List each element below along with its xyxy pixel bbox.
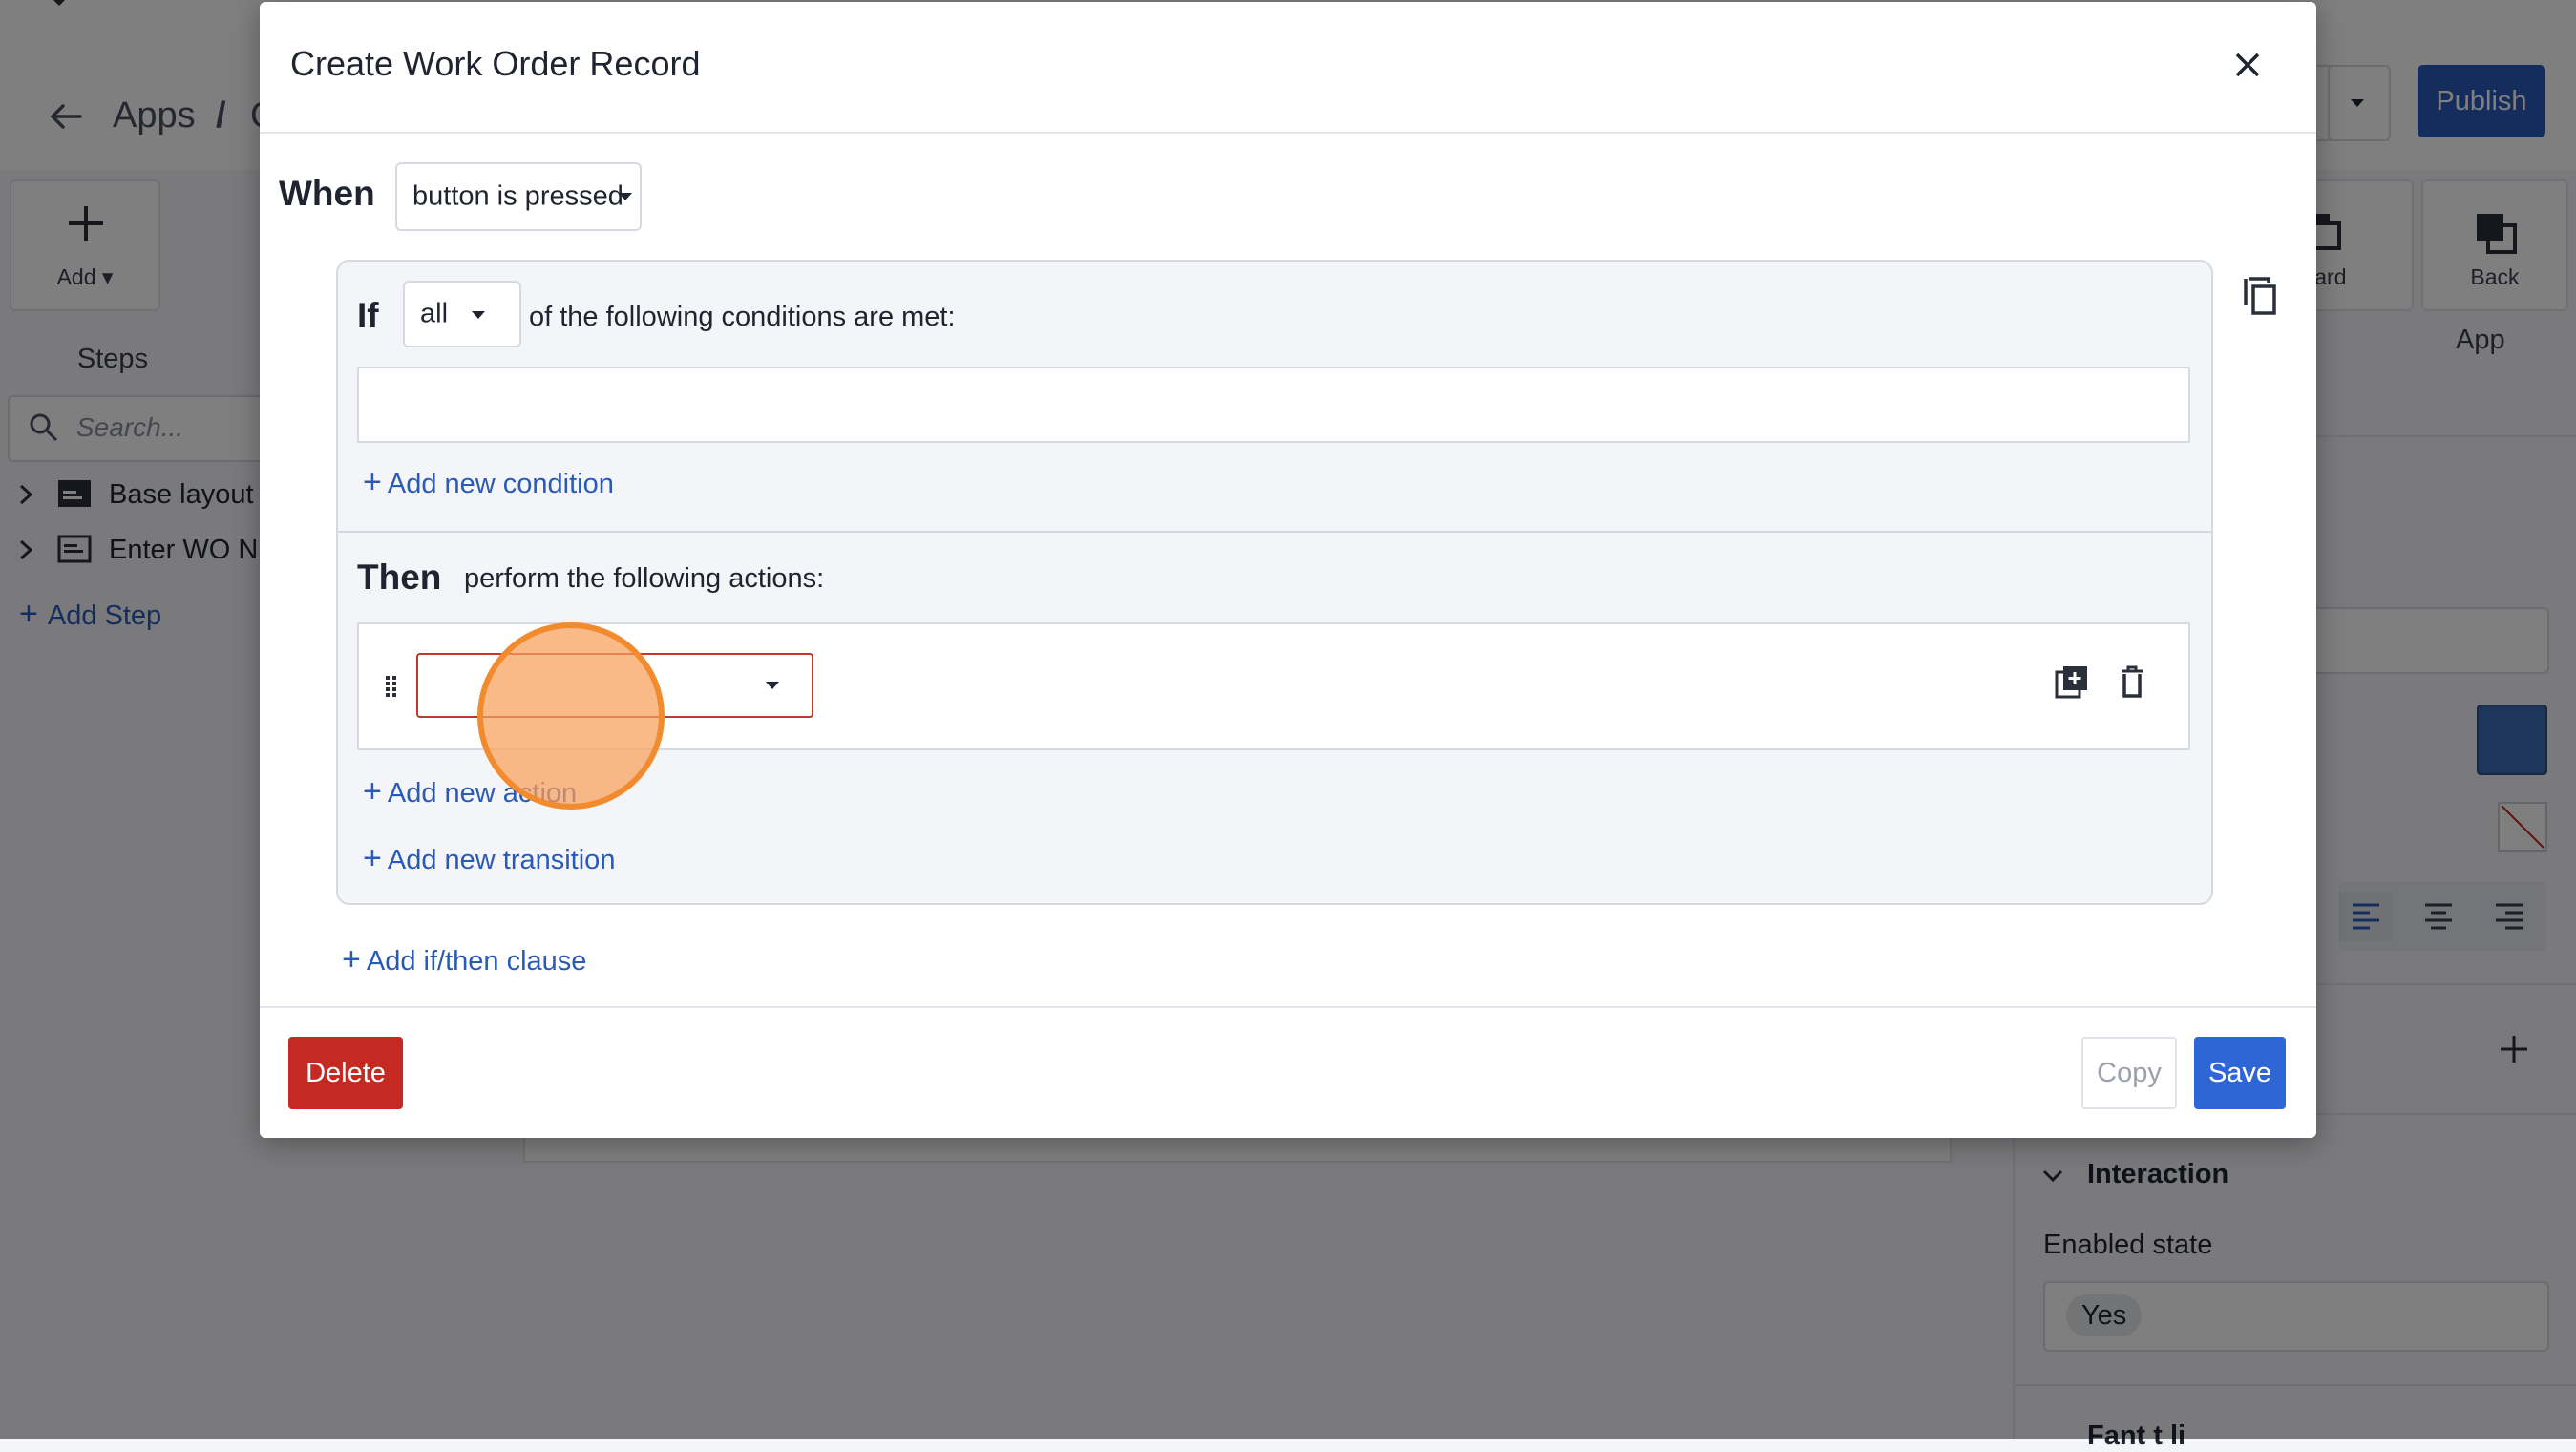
when-label: When [279,174,375,213]
plus-icon: + [342,941,361,978]
click-indicator [477,622,665,810]
caret-down-icon [472,311,485,319]
match-mode-dropdown[interactable]: all [403,281,521,347]
add-transition-label: Add new transition [387,845,616,875]
close-icon[interactable] [2230,48,2265,82]
trash-icon[interactable] [2118,664,2146,699]
add-transition-link[interactable]: + Add new transition [363,840,615,877]
caret-down-icon [619,193,632,200]
if-then-clause: If all of the following conditions are m… [336,260,2213,905]
trigger-modal: Create Work Order Record When button is … [260,2,2316,1138]
then-label: Then [357,558,442,597]
actions-text: perform the following actions: [464,563,825,594]
add-condition-link[interactable]: + Add new condition [363,464,614,501]
when-trigger-dropdown[interactable]: button is pressed [395,162,642,231]
save-button[interactable]: Save [2194,1037,2286,1109]
plus-icon: + [363,464,382,500]
add-clause-link[interactable]: + Add if/then clause [342,941,586,979]
conditions-text: of the following conditions are met: [529,302,956,332]
footer-divider [260,1006,2316,1008]
clause-divider [338,531,2211,533]
add-clause-label: Add if/then clause [366,946,587,977]
plus-icon: + [363,840,382,876]
duplicate-action-icon[interactable] [2055,664,2089,699]
copy-clause-icon[interactable] [2242,275,2280,317]
delete-button[interactable]: Delete [288,1037,403,1109]
drag-handle-icon[interactable] [386,676,397,699]
if-label: If [357,296,379,335]
header-divider [260,132,2316,134]
match-mode-value: all [420,298,449,329]
when-trigger-value: button is pressed [412,180,623,212]
conditions-list[interactable] [357,367,2190,443]
caret-down-icon [766,682,779,689]
add-condition-label: Add new condition [387,469,614,499]
plus-icon: + [363,773,382,810]
modal-title: Create Work Order Record [290,44,701,83]
copy-button[interactable]: Copy [2081,1037,2177,1109]
